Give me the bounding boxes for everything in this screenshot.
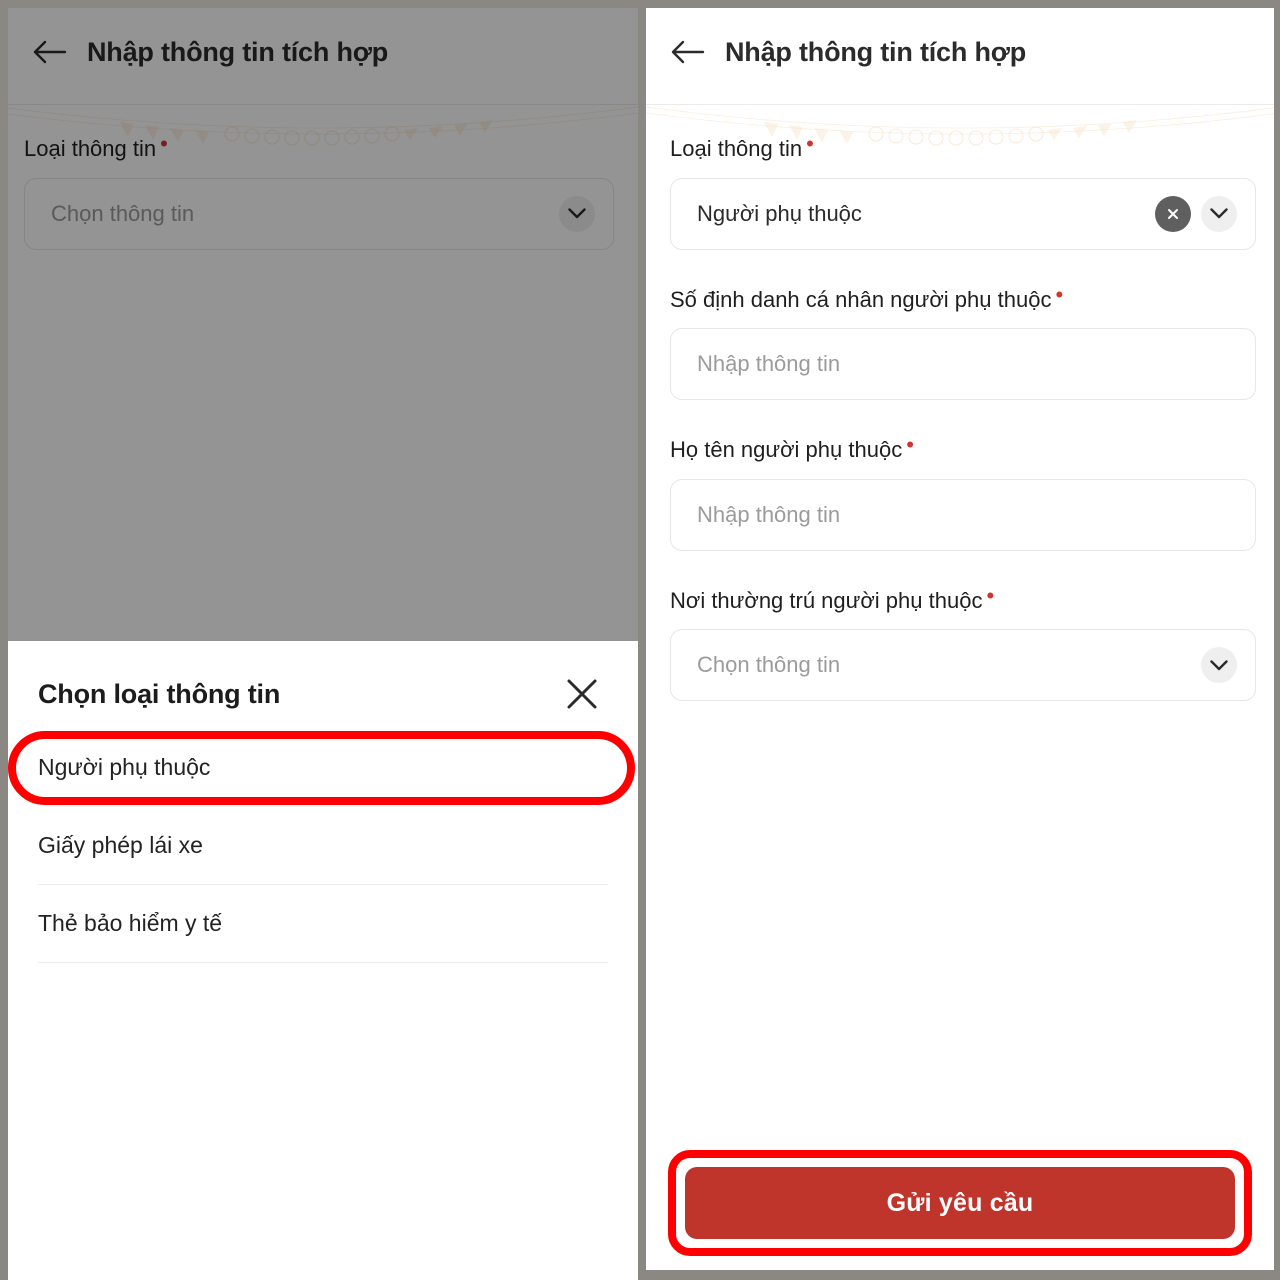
select-noi-thuong-tru[interactable]: Chọn thông tin — [670, 629, 1256, 702]
list-item-label: Thẻ bảo hiểm y tế — [38, 910, 223, 936]
required-marker: • — [986, 582, 995, 608]
list-item-label: Giấy phép lái xe — [38, 832, 203, 858]
list-item-nguoi-phu-thuoc[interactable]: Người phụ thuộc — [8, 729, 635, 807]
bottom-sheet-header: Chọn loại thông tin — [38, 641, 608, 729]
input-placeholder: Nhập thông tin — [697, 501, 841, 527]
input-so-dinh-danh[interactable]: Nhập thông tin — [670, 328, 1256, 401]
select-value: Người phụ thuộc — [697, 200, 862, 226]
modal-backdrop-overlay[interactable] — [8, 0, 638, 641]
left-gutter — [0, 0, 8, 1280]
clear-icon[interactable] — [1155, 195, 1191, 232]
page-title: Nhập thông tin tích hợp — [725, 36, 1027, 67]
field-label: Loại thông tin • — [670, 131, 1256, 164]
list-item-the-bao-hiem-y-te[interactable]: Thẻ bảo hiểm y tế — [38, 885, 608, 963]
field-noi-thuong-tru: Nơi thường trú người phụ thuộc • Chọn thô… — [670, 582, 1256, 702]
red-highlight-ring-submit: Gửi yêu cầu — [668, 1150, 1252, 1256]
field-label: Họ tên người phụ thuộc • — [670, 432, 1256, 465]
field-label-text: Nơi thường trú người phụ thuộc — [670, 587, 983, 613]
field-label: Nơi thường trú người phụ thuộc • — [670, 582, 1256, 616]
bottom-sheet-title: Chọn loại thông tin — [38, 678, 281, 709]
field-label: Số định danh cá nhân người phụ thuộc • — [670, 281, 1256, 315]
select-loai-thong-tin[interactable]: Người phụ thuộc — [670, 177, 1256, 250]
field-ho-ten: Họ tên người phụ thuộc • Nhập thông tin — [670, 432, 1256, 551]
status-strip-left — [8, 0, 638, 8]
input-ho-ten[interactable]: Nhập thông tin — [670, 478, 1256, 551]
information-type-list: Người phụ thuộc Giấy phép lái xe Thẻ bảo… — [8, 729, 635, 963]
back-arrow-icon[interactable] — [668, 32, 708, 72]
required-marker: • — [906, 432, 914, 458]
right-app-header: Nhập thông tin tích hợp — [646, 0, 1280, 105]
field-loai-thong-tin: Loại thông tin • Người phụ thuộc — [670, 131, 1256, 250]
submit-area: Gửi yêu cầu — [646, 1150, 1274, 1270]
status-strip-right — [646, 0, 1280, 8]
input-placeholder: Nhập thông tin — [697, 351, 841, 377]
submit-button-label: Gửi yêu cầu — [886, 1188, 1034, 1217]
chevron-down-icon[interactable] — [1201, 647, 1237, 684]
chevron-down-icon[interactable] — [1201, 195, 1237, 232]
panel-divider — [638, 0, 646, 1280]
required-marker: • — [806, 131, 814, 156]
field-label-text: Loại thông tin — [670, 136, 803, 161]
list-item-label: Người phụ thuộc — [38, 754, 211, 780]
field-label-text: Họ tên người phụ thuộc — [670, 437, 903, 463]
screenshot-root: Nhập thông tin tích hợp Loại thông tin • … — [0, 0, 1280, 1280]
right-phone-panel: Nhập thông tin tích hợp Loại thông tin • … — [646, 0, 1280, 1280]
left-phone-panel: Nhập thông tin tích hợp Loại thông tin • … — [0, 0, 638, 1280]
select-placeholder: Chọn thông tin — [697, 652, 841, 678]
required-marker: • — [1055, 281, 1064, 307]
list-item-giay-phep-lai-xe[interactable]: Giấy phép lái xe — [38, 807, 608, 885]
field-so-dinh-danh: Số định danh cá nhân người phụ thuộc • Nh… — [670, 281, 1256, 401]
right-form-body: Loại thông tin • Người phụ thuộc Số định… — [646, 131, 1280, 702]
bottom-gutter — [646, 1270, 1280, 1280]
select-type-bottom-sheet: Chọn loại thông tin Người phụ thuộc Giấy… — [8, 641, 638, 1280]
submit-button[interactable]: Gửi yêu cầu — [685, 1167, 1235, 1239]
close-icon[interactable] — [558, 670, 606, 718]
field-label-text: Số định danh cá nhân người phụ thuộc — [670, 286, 1052, 312]
right-gutter — [1274, 0, 1280, 1280]
